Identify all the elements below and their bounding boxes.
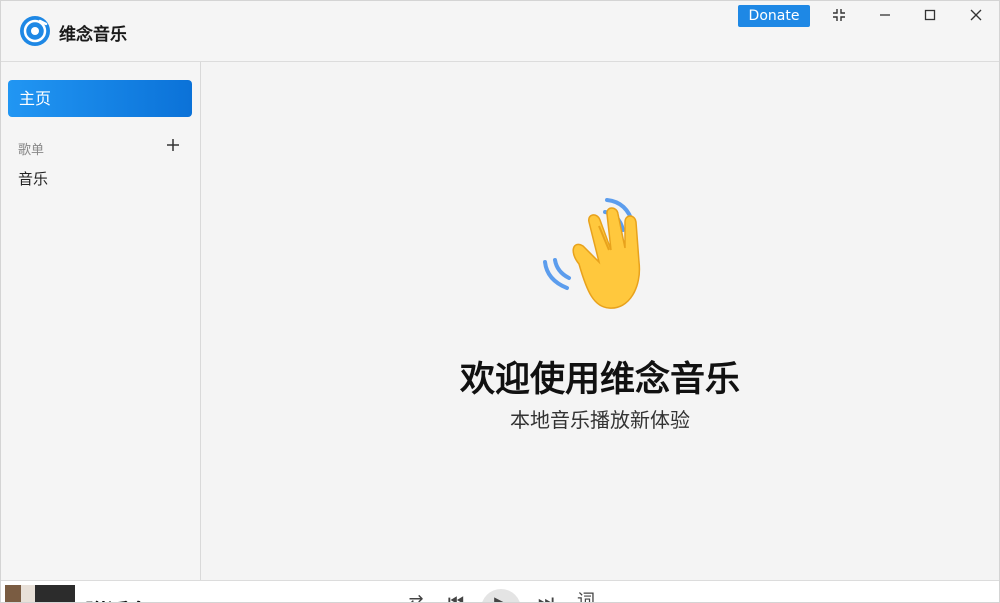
main-content: 欢迎使用维念音乐 本地音乐播放新体验 bbox=[201, 62, 999, 580]
song-title: 附近名 bbox=[85, 595, 151, 602]
next-icon[interactable]: ⏭ bbox=[531, 587, 561, 602]
close-icon[interactable] bbox=[966, 5, 986, 25]
app-window: 维念音乐 Donate 主页 歌单 音乐 欢迎使用维念音乐 本地音乐播放新体验 … bbox=[0, 0, 1000, 603]
app-title: 维念音乐 bbox=[59, 25, 127, 45]
minimize-icon[interactable] bbox=[875, 5, 895, 25]
player-bar: 附近名 ⇄ ⏮ ▶ ⏭ 词 bbox=[1, 580, 999, 602]
lyrics-icon[interactable]: 词 bbox=[571, 587, 601, 602]
app-logo-icon bbox=[20, 16, 50, 46]
maximize-icon[interactable] bbox=[920, 5, 940, 25]
title-bar: 维念音乐 Donate bbox=[1, 1, 999, 62]
previous-icon[interactable]: ⏮ bbox=[441, 587, 471, 602]
sidebar-item-home[interactable]: 主页 bbox=[8, 80, 192, 117]
playlist-section-label: 歌单 bbox=[18, 143, 45, 158]
sidebar-item-playlist[interactable]: 音乐 bbox=[18, 168, 48, 189]
play-mode-icon[interactable]: ⇄ bbox=[401, 587, 431, 602]
donate-button[interactable]: Donate bbox=[738, 5, 810, 27]
waving-hand-icon bbox=[543, 198, 641, 309]
welcome-subtitle: 本地音乐播放新体验 bbox=[510, 408, 690, 432]
album-cover[interactable] bbox=[5, 585, 75, 602]
play-icon[interactable]: ▶ bbox=[481, 589, 521, 602]
sidebar: 主页 歌单 音乐 bbox=[1, 62, 201, 580]
plus-icon[interactable] bbox=[164, 136, 182, 154]
welcome-title: 欢迎使用维念音乐 bbox=[459, 360, 740, 400]
restore-icon[interactable] bbox=[829, 5, 849, 25]
